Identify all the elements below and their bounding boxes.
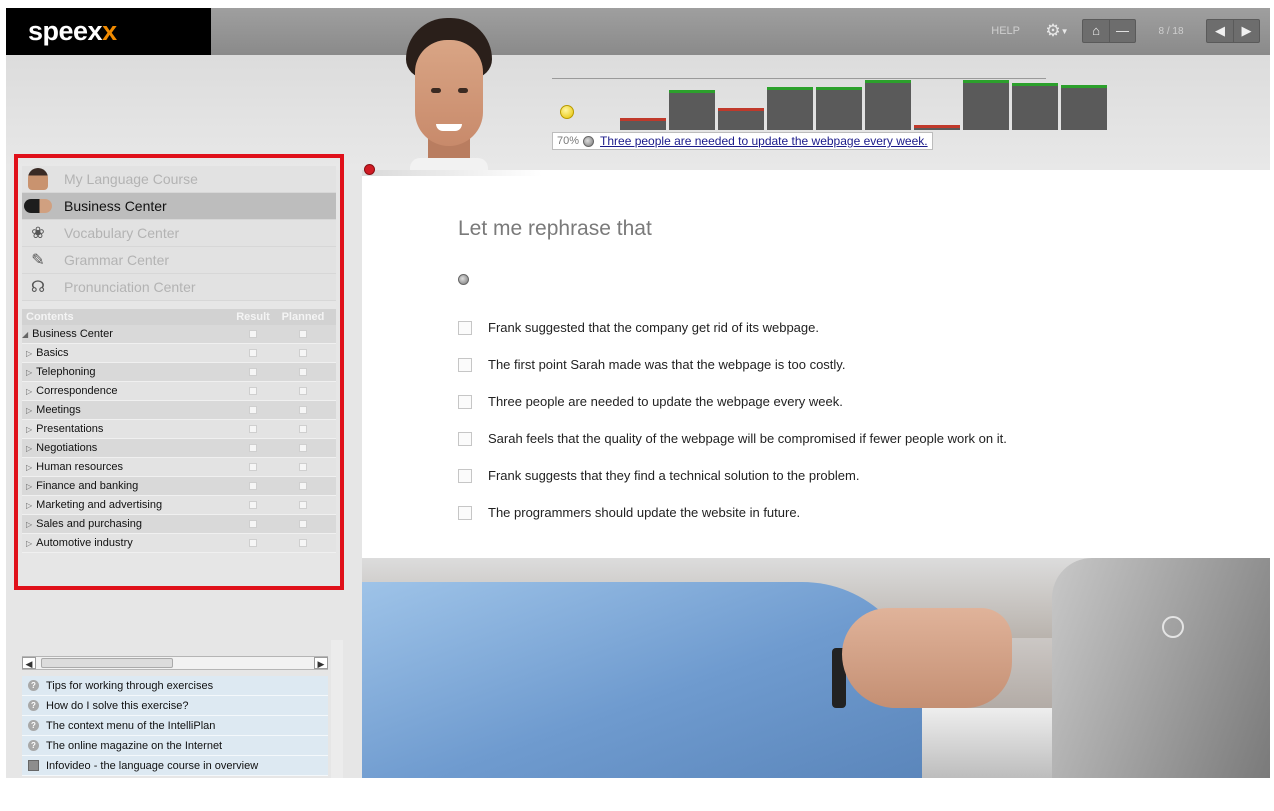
pager-group: ◀ ▶ bbox=[1206, 19, 1260, 43]
answer-option[interactable]: Sarah feels that the quality of the webp… bbox=[458, 420, 1248, 457]
scroll-left-icon[interactable]: ◀ bbox=[22, 657, 36, 669]
speaker-icon[interactable] bbox=[583, 135, 595, 147]
speaker-icon[interactable] bbox=[458, 274, 469, 285]
horizontal-scrollbar[interactable]: ◀ ▶ bbox=[22, 656, 328, 670]
help-topic-label: Infovideo - the language course in overv… bbox=[46, 759, 259, 772]
answer-bar-correct bbox=[1012, 83, 1058, 130]
help-topic-item[interactable]: ? The context menu of the IntelliPlan bbox=[22, 716, 328, 736]
speexx-app-window: speexx HELP ⚙▼ ⌂ — 8 / 18 ◀ ▶ 70% Three … bbox=[0, 0, 1274, 811]
answer-checkbox[interactable] bbox=[458, 394, 472, 409]
help-topic-item[interactable]: ? The online magazine on the Internet bbox=[22, 736, 328, 756]
home-group: ⌂ — bbox=[1082, 19, 1136, 43]
help-topics-list: ? Tips for working through exercises? How … bbox=[22, 676, 328, 776]
answer-checkbox[interactable] bbox=[458, 505, 472, 520]
answer-bar-correct bbox=[865, 80, 911, 130]
marker-icon bbox=[364, 164, 375, 175]
answer-bar-wrong bbox=[718, 108, 764, 130]
answer-checkbox[interactable] bbox=[458, 357, 472, 372]
help-topic-item[interactable]: ? Tips for working through exercises bbox=[22, 676, 328, 696]
answer-bar-correct bbox=[963, 80, 1009, 130]
office-photo bbox=[362, 558, 1270, 778]
vertical-scrollbar[interactable] bbox=[331, 640, 343, 778]
answer-options: Frank suggested that the company get rid… bbox=[458, 309, 1248, 531]
exercise-panel: Let me rephrase that Frank suggested tha… bbox=[362, 164, 1270, 778]
answer-option-label: The first point Sarah made was that the … bbox=[488, 357, 846, 372]
exercise-title: Let me rephrase that bbox=[458, 217, 652, 240]
highlight-frame bbox=[14, 154, 344, 590]
help-link[interactable]: HELP bbox=[991, 25, 1020, 37]
answer-option[interactable]: Frank suggested that the company get rid… bbox=[458, 309, 1248, 346]
progress-percent: 70% bbox=[557, 135, 580, 147]
answer-checkbox[interactable] bbox=[458, 468, 472, 483]
progress-panel: 70% Three people are needed to update th… bbox=[552, 78, 1107, 152]
help-topic-label: The context menu of the IntelliPlan bbox=[46, 719, 216, 732]
answer-bar-correct bbox=[669, 90, 715, 130]
help-topic-item[interactable]: Infovideo - the language course in overv… bbox=[22, 756, 328, 776]
help-topic-label: Tips for working through exercises bbox=[46, 679, 214, 692]
answer-bar-correct bbox=[767, 87, 813, 130]
bottom-strip bbox=[0, 778, 1274, 811]
scroll-thumb[interactable] bbox=[41, 658, 173, 668]
answer-bar-correct bbox=[1061, 85, 1107, 130]
help-icon: ? bbox=[28, 700, 39, 711]
answer-option-label: Sarah feels that the quality of the webp… bbox=[488, 431, 1007, 446]
answer-bar-wrong bbox=[914, 125, 960, 130]
answer-checkbox[interactable] bbox=[458, 320, 472, 335]
answer-option[interactable]: Three people are needed to update the we… bbox=[458, 383, 1248, 420]
answer-bar-correct bbox=[816, 87, 862, 130]
help-topic-label: How do I solve this exercise? bbox=[46, 699, 189, 712]
answer-option-label: Frank suggests that they find a technica… bbox=[488, 468, 860, 483]
minimize-icon[interactable]: — bbox=[1109, 20, 1135, 42]
exercise-tab-strip bbox=[362, 170, 542, 176]
help-icon: ? bbox=[28, 720, 39, 731]
answer-bar-wrong bbox=[620, 118, 666, 130]
gear-icon[interactable]: ⚙▼ bbox=[1042, 21, 1072, 41]
answer-option[interactable]: The first point Sarah made was that the … bbox=[458, 346, 1248, 383]
answer-option[interactable]: The programmers should update the websit… bbox=[458, 494, 1248, 531]
page-counter: 8 / 18 bbox=[1158, 25, 1184, 37]
help-icon: ? bbox=[28, 740, 39, 751]
current-sentence[interactable]: Three people are needed to update the we… bbox=[600, 134, 928, 148]
top-toolbar: speexx HELP ⚙▼ ⌂ — 8 / 18 ◀ ▶ bbox=[6, 8, 1270, 55]
answer-option-label: Three people are needed to update the we… bbox=[488, 394, 843, 409]
status-indicator-icon bbox=[560, 105, 574, 119]
current-sentence-line[interactable]: 70% Three people are needed to update th… bbox=[552, 132, 933, 150]
answer-bars bbox=[620, 78, 1107, 130]
answer-option-label: Frank suggested that the company get rid… bbox=[488, 320, 819, 335]
speexx-logo: speexx bbox=[6, 8, 211, 55]
video-icon bbox=[28, 760, 39, 771]
scroll-right-icon[interactable]: ▶ bbox=[314, 657, 328, 669]
help-icon: ? bbox=[28, 680, 39, 691]
toolbar-controls: HELP ⚙▼ ⌂ — 8 / 18 ◀ ▶ bbox=[991, 18, 1260, 44]
help-topic-label: The online magazine on the Internet bbox=[46, 739, 223, 752]
answer-option-label: The programmers should update the websit… bbox=[488, 505, 801, 520]
prev-icon[interactable]: ◀ bbox=[1207, 20, 1233, 42]
next-icon[interactable]: ▶ bbox=[1233, 20, 1259, 42]
answer-option[interactable]: Frank suggests that they find a technica… bbox=[458, 457, 1248, 494]
help-topic-item[interactable]: ? How do I solve this exercise? bbox=[22, 696, 328, 716]
answer-checkbox[interactable] bbox=[458, 431, 472, 446]
home-icon[interactable]: ⌂ bbox=[1083, 20, 1109, 42]
tutor-avatar bbox=[398, 18, 500, 170]
